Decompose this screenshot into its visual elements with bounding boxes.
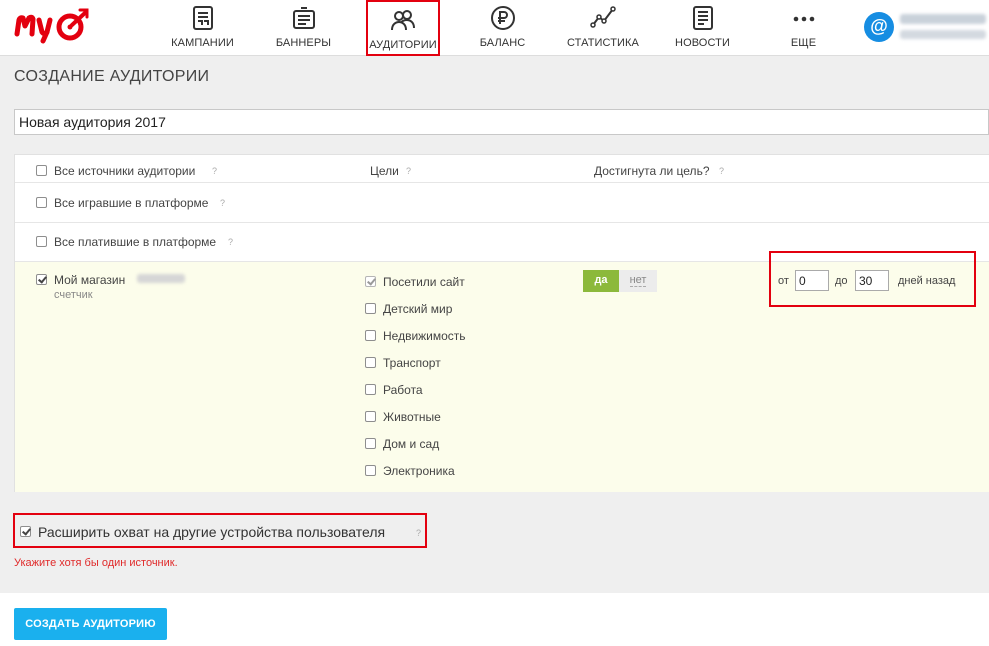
nav-campaigns[interactable]: КАМПАНИИ xyxy=(165,0,240,56)
shop-name-label: Мой магазин xyxy=(54,273,126,287)
shop-counter-section: Мой магазин счетчик Посетили сайт Детски… xyxy=(15,251,989,492)
nav-audiences[interactable]: АУДИТОРИИ xyxy=(366,0,440,56)
user-balance-redacted xyxy=(900,30,986,39)
top-navigation-bar: КАМПАНИИ БАННЕРЫ АУДИТОРИИ БАЛАНС СТАТИС… xyxy=(0,0,989,56)
mytarget-logo[interactable] xyxy=(14,4,94,44)
yes-button[interactable]: да xyxy=(583,270,619,292)
help-icon[interactable]: ? xyxy=(416,528,421,538)
user-avatar[interactable]: @ xyxy=(864,12,894,42)
more-icon xyxy=(793,16,814,22)
goal-checkbox[interactable] xyxy=(365,357,376,368)
goal-checkbox[interactable] xyxy=(365,384,376,395)
help-icon[interactable]: ? xyxy=(220,198,225,208)
shop-id-redacted xyxy=(137,274,185,283)
goal-label: Недвижимость xyxy=(383,329,466,343)
goal-label: Детский мир xyxy=(383,302,453,316)
nav-label: КАМПАНИИ xyxy=(171,37,234,49)
statistics-icon xyxy=(590,6,616,28)
expand-coverage-checkbox[interactable] xyxy=(20,526,31,537)
paid-checkbox[interactable] xyxy=(36,236,47,247)
nav-balance[interactable]: БАЛАНС xyxy=(465,0,540,56)
audiences-icon xyxy=(391,10,415,31)
paid-label: Все платившие в платформе xyxy=(54,235,217,249)
shop-checkbox[interactable] xyxy=(36,274,47,285)
user-name-redacted[interactable] xyxy=(900,14,986,24)
played-label: Все игравшие в платформе xyxy=(54,196,209,210)
news-icon xyxy=(692,6,713,30)
row-divider xyxy=(15,182,989,183)
goal-checkbox[interactable] xyxy=(365,276,376,287)
create-audience-button[interactable]: СОЗДАТЬ АУДИТОРИЮ xyxy=(14,608,167,640)
all-sources-label: Все источники аудитории xyxy=(54,164,196,178)
nav-label: БАЛАНС xyxy=(479,37,526,49)
goal-label: Дом и сад xyxy=(383,437,440,451)
goal-checkbox[interactable] xyxy=(365,411,376,422)
nav-label: СТАТИСТИКА xyxy=(567,37,639,49)
banners-icon xyxy=(292,7,315,29)
help-icon[interactable]: ? xyxy=(719,166,724,176)
all-sources-checkbox[interactable] xyxy=(36,165,47,176)
days-from-label: от xyxy=(778,275,789,287)
days-from-input[interactable] xyxy=(795,270,829,291)
nav-label: АУДИТОРИИ xyxy=(369,39,437,51)
goal-reached-toggle: да нет xyxy=(583,270,657,292)
goal-label: Посетили сайт xyxy=(383,275,465,289)
played-checkbox[interactable] xyxy=(36,197,47,208)
goal-label: Транспорт xyxy=(383,356,441,370)
validation-error-message: Укажите хотя бы один источник. xyxy=(14,557,178,569)
no-button[interactable]: нет xyxy=(619,270,657,292)
goal-label: Работа xyxy=(383,383,423,397)
campaigns-icon xyxy=(192,6,213,30)
goal-reached-column-header: Достигнута ли цель? xyxy=(594,164,710,178)
nav-more[interactable]: ЕЩЕ xyxy=(766,0,841,56)
days-to-label: до xyxy=(835,275,848,287)
goal-label: Животные xyxy=(383,410,441,424)
days-to-input[interactable] xyxy=(855,270,889,291)
help-icon[interactable]: ? xyxy=(228,237,233,247)
goal-checkbox[interactable] xyxy=(365,330,376,341)
help-icon[interactable]: ? xyxy=(212,166,217,176)
goal-checkbox[interactable] xyxy=(365,438,376,449)
days-suffix-label: дней назад xyxy=(898,275,956,287)
goals-column-header: Цели xyxy=(370,164,399,178)
nav-news[interactable]: НОВОСТИ xyxy=(665,0,740,56)
audience-name-input[interactable] xyxy=(14,109,989,135)
nav-statistics[interactable]: СТАТИСТИКА xyxy=(563,0,643,56)
row-divider xyxy=(15,222,989,223)
expand-coverage-label: Расширить охват на другие устройства пол… xyxy=(38,524,386,540)
goal-label: Электроника xyxy=(383,464,455,478)
no-label: нет xyxy=(629,274,647,287)
shop-type-label: счетчик xyxy=(54,289,93,301)
nav-label: БАННЕРЫ xyxy=(275,37,332,49)
goal-checkbox[interactable] xyxy=(365,465,376,476)
balance-icon xyxy=(490,6,515,30)
audience-sources-panel: Все источники аудитории ? Цели ? Достигн… xyxy=(14,154,989,492)
nav-banners[interactable]: БАННЕРЫ xyxy=(266,0,341,56)
page-title: СОЗДАНИЕ АУДИТОРИИ xyxy=(14,68,210,85)
nav-label: НОВОСТИ xyxy=(675,37,730,49)
help-icon[interactable]: ? xyxy=(406,166,411,176)
goal-checkbox[interactable] xyxy=(365,303,376,314)
nav-label: ЕЩЕ xyxy=(790,37,817,49)
